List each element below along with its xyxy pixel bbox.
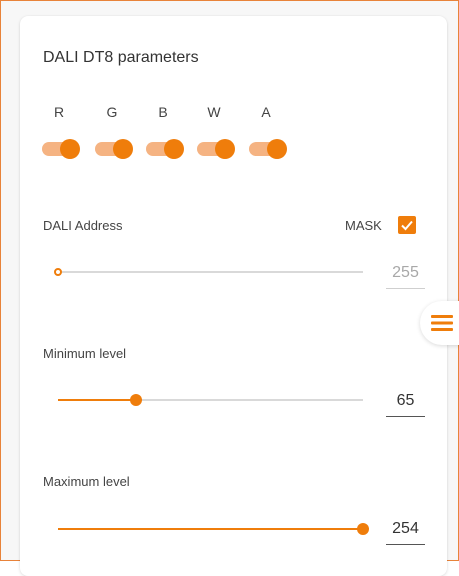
hamburger-menu-icon bbox=[431, 315, 453, 331]
channel-label-g: G bbox=[106, 104, 118, 120]
toggle-knob bbox=[215, 139, 235, 159]
maximum-level-label: Maximum level bbox=[43, 474, 130, 489]
minimum-level-slider[interactable] bbox=[58, 388, 363, 412]
dali-address-slider[interactable] bbox=[54, 260, 363, 284]
channel-toggle-w[interactable] bbox=[197, 139, 235, 159]
toggle-knob bbox=[113, 139, 133, 159]
slider-thumb[interactable] bbox=[357, 523, 369, 535]
channel-label-a: A bbox=[261, 104, 271, 120]
dali-address-label: DALI Address bbox=[43, 218, 123, 233]
dt8-parameters-card bbox=[20, 16, 447, 576]
channel-label-w: W bbox=[207, 104, 221, 120]
minimum-level-value[interactable]: 65 bbox=[386, 390, 425, 417]
minimum-level-label: Minimum level bbox=[43, 346, 127, 361]
dali-address-value[interactable]: 255 bbox=[386, 262, 425, 289]
mask-checkbox[interactable] bbox=[398, 216, 416, 234]
slider-thumb[interactable] bbox=[129, 394, 142, 406]
maximum-level-slider[interactable] bbox=[58, 517, 369, 541]
channel-toggle-r[interactable] bbox=[42, 139, 80, 159]
slider-fill bbox=[58, 399, 136, 401]
panel-title: DALI DT8 parameters bbox=[43, 49, 199, 66]
toggle-knob bbox=[164, 139, 184, 159]
checkmark-icon bbox=[401, 220, 413, 231]
toggle-knob bbox=[60, 139, 80, 159]
channel-toggle-g[interactable] bbox=[95, 139, 133, 159]
slider-track bbox=[58, 271, 363, 273]
maximum-level-value[interactable]: 254 bbox=[386, 518, 425, 545]
channel-toggle-a[interactable] bbox=[249, 139, 287, 159]
channel-label-r: R bbox=[53, 104, 65, 120]
toggle-knob bbox=[267, 139, 287, 159]
slider-fill bbox=[58, 528, 363, 530]
channel-label-b: B bbox=[158, 104, 168, 120]
slider-thumb[interactable] bbox=[54, 268, 62, 276]
menu-button[interactable] bbox=[420, 301, 459, 345]
channel-toggle-b[interactable] bbox=[146, 139, 184, 159]
mask-label: MASK bbox=[345, 218, 382, 233]
